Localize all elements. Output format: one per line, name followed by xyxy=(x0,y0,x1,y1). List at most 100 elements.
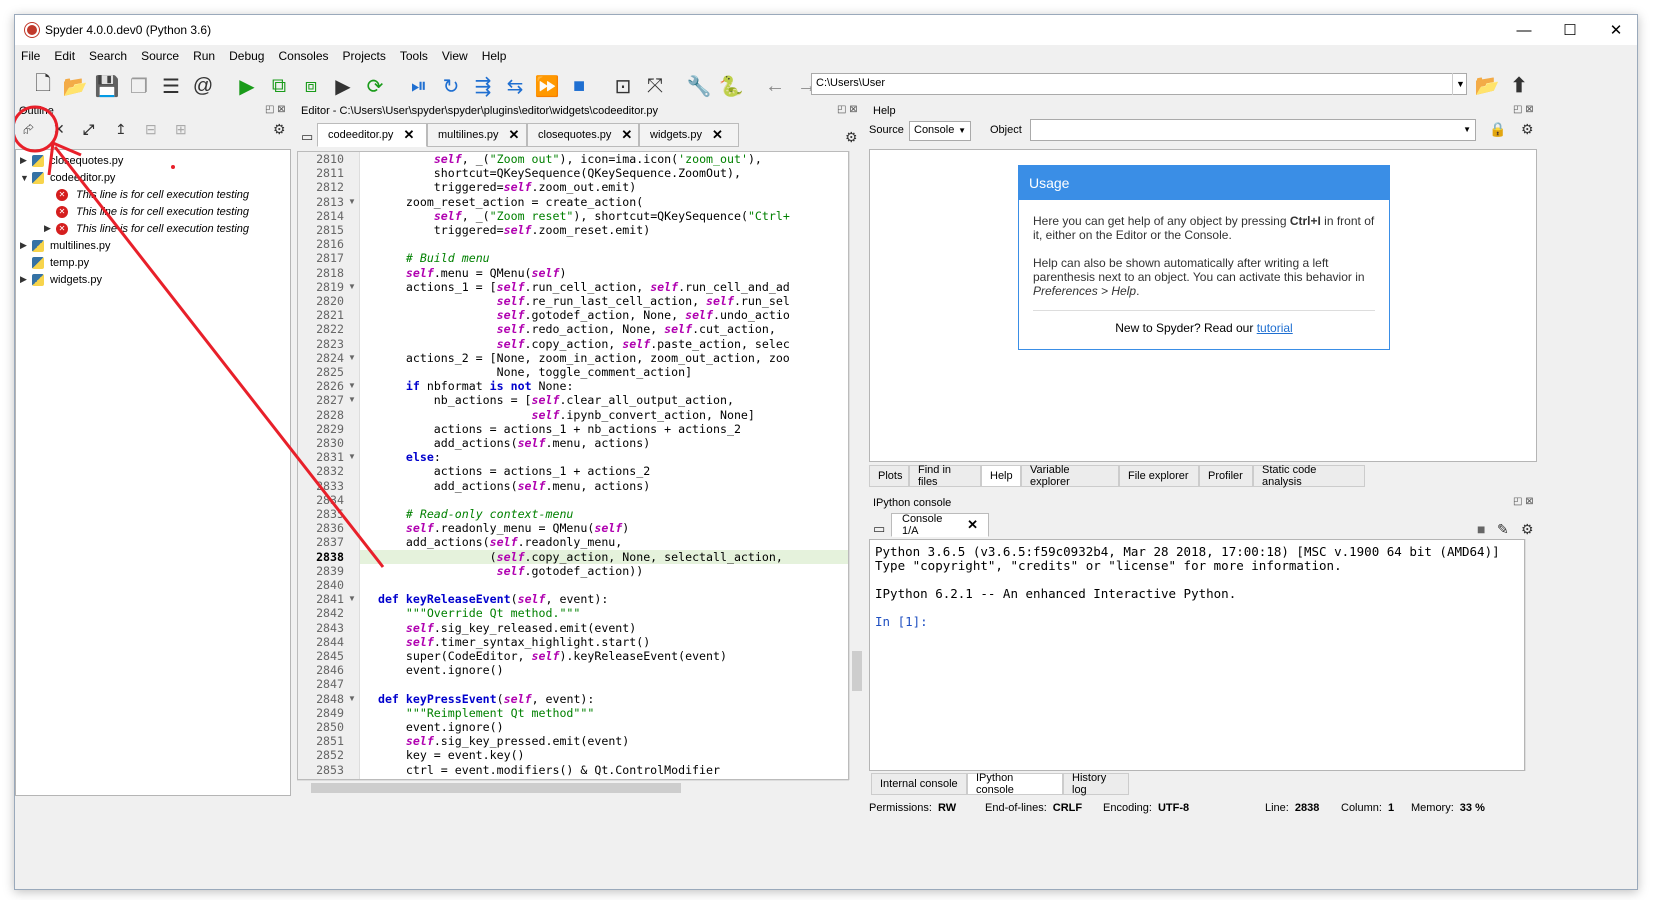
tab-closequotes[interactable]: closequotes.py ✕ xyxy=(527,123,639,147)
object-input[interactable]: ▼ xyxy=(1030,119,1476,141)
menu-view[interactable]: View xyxy=(442,49,468,63)
tab-history-log[interactable]: History log xyxy=(1063,772,1129,796)
outline-file-item[interactable]: temp.py xyxy=(20,254,89,271)
tab-internal-console[interactable]: Internal console xyxy=(871,773,967,795)
stop-debug-icon[interactable]: ■ xyxy=(565,72,593,100)
run-cell-advance-icon[interactable]: ⧈ xyxy=(297,72,325,100)
step-icon[interactable]: ↻ xyxy=(437,72,465,100)
browse-tabs-icon[interactable]: ▭ xyxy=(873,521,885,537)
outline-file-item[interactable]: ▶ widgets.py xyxy=(20,271,102,288)
parent-dir-arrow-icon[interactable]: ⬆ xyxy=(1505,71,1533,99)
fold-chevron-icon[interactable]: ▼ xyxy=(348,594,356,603)
editor-undock-icon[interactable]: ◰ ⊠ xyxy=(837,104,858,115)
step-return-icon[interactable]: ⇆ xyxy=(501,72,529,100)
new-file-icon[interactable]: 🗋 xyxy=(29,72,57,100)
editor-horizontal-scrollbar[interactable] xyxy=(297,780,849,794)
chevron-right-icon[interactable]: ▶ xyxy=(20,155,32,166)
menu-run[interactable]: Run xyxy=(193,49,215,63)
source-select[interactable]: Console ▼ xyxy=(909,121,971,141)
save-icon[interactable]: 💾 xyxy=(93,72,121,100)
run-cell-icon[interactable]: ⧉ xyxy=(265,72,293,100)
run-selection-icon[interactable]: ▶ xyxy=(329,72,357,100)
fold-chevron-icon[interactable]: ▼ xyxy=(348,353,356,362)
editor-vertical-scrollbar[interactable] xyxy=(849,151,863,780)
menu-tools[interactable]: Tools xyxy=(400,49,428,63)
tab-multilines[interactable]: multilines.py ✕ xyxy=(427,123,527,147)
tab-file-explorer[interactable]: File explorer xyxy=(1119,465,1199,487)
list-icon[interactable]: ☰ xyxy=(157,72,185,100)
close-icon[interactable]: ✕ xyxy=(403,127,414,143)
menu-debug[interactable]: Debug xyxy=(229,49,264,63)
menu-search[interactable]: Search xyxy=(89,49,127,63)
preferences-wrench-icon[interactable]: 🔧 xyxy=(685,72,713,100)
run-icon[interactable]: ▶ xyxy=(233,72,261,100)
code-editor[interactable]: 2810 self, _("Zoom out"), icon=ima.icon(… xyxy=(297,151,849,780)
debug-icon[interactable]: ⏯ xyxy=(405,72,433,100)
undock-icon[interactable]: ◰ ⊠ xyxy=(265,104,286,115)
tab-ipython-console[interactable]: IPython console xyxy=(967,772,1063,796)
console-options-gear-icon[interactable]: ⚙ xyxy=(1521,521,1534,538)
collapse-icon[interactable]: ⊟ xyxy=(145,121,157,138)
fold-chevron-icon[interactable]: ▼ xyxy=(348,197,356,206)
menu-file[interactable]: File xyxy=(21,49,40,63)
fold-chevron-icon[interactable]: ▼ xyxy=(348,282,356,291)
outline-file-item[interactable]: ▶ closequotes.py xyxy=(20,152,123,169)
show-all-files-icon[interactable]: ✕ xyxy=(53,121,65,138)
fold-chevron-icon[interactable]: ▼ xyxy=(348,381,356,390)
menu-source[interactable]: Source xyxy=(141,49,179,63)
close-icon[interactable]: ✕ xyxy=(712,127,723,143)
lock-icon[interactable]: 🔒 xyxy=(1489,121,1506,138)
tab-codeeditor[interactable]: codeeditor.py ✕ xyxy=(317,123,427,147)
stop-icon[interactable]: ■ xyxy=(1477,521,1485,537)
close-button[interactable]: ✕ xyxy=(1593,15,1637,45)
outline-settings-gear-icon[interactable]: ⚙ xyxy=(273,121,286,138)
step-into-icon[interactable]: ⇶ xyxy=(469,72,497,100)
outline-cell-item[interactable]: ✕ This line is for cell execution testing xyxy=(44,186,249,203)
maximize-button[interactable]: ☐ xyxy=(1547,15,1593,45)
tab-plots[interactable]: Plots xyxy=(869,465,909,487)
console-undock-icon[interactable]: ◰ ⊠ xyxy=(1513,496,1534,507)
minimize-button[interactable]: — xyxy=(1501,15,1547,45)
fold-chevron-icon[interactable]: ▼ xyxy=(348,694,356,703)
chevron-right-icon[interactable]: ▶ xyxy=(20,274,32,285)
close-icon[interactable]: ✕ xyxy=(967,517,978,533)
console-scrollbar[interactable] xyxy=(1525,539,1537,771)
close-icon[interactable]: ✕ xyxy=(509,127,520,143)
menu-consoles[interactable]: Consoles xyxy=(278,49,328,63)
close-icon[interactable]: ✕ xyxy=(621,127,632,143)
rerun-icon[interactable]: ⟳ xyxy=(361,72,389,100)
editor-options-gear-icon[interactable]: ⚙ xyxy=(845,129,858,146)
fullscreen-icon[interactable]: ⤧ xyxy=(641,72,669,100)
outline-cell-item[interactable]: ▶ ✕ This line is for cell execution testin… xyxy=(44,220,249,237)
outline-cell-item[interactable]: ✕ This line is for cell execution testing xyxy=(44,203,249,220)
outline-file-item[interactable]: ▼ codeeditor.py xyxy=(20,169,115,186)
tab-profiler[interactable]: Profiler xyxy=(1199,465,1253,487)
browse-tabs-icon[interactable]: ▭ xyxy=(301,129,313,145)
clear-eraser-icon[interactable]: ✎ xyxy=(1497,521,1509,538)
menu-help[interactable]: Help xyxy=(482,49,507,63)
tutorial-link[interactable]: tutorial xyxy=(1257,321,1293,335)
python-path-icon[interactable]: 🐍 xyxy=(717,72,745,100)
tab-help[interactable]: Help xyxy=(981,465,1021,487)
help-undock-icon[interactable]: ◰ ⊠ xyxy=(1513,104,1534,115)
tab-widgets[interactable]: widgets.py ✕ xyxy=(639,123,739,147)
continue-icon[interactable]: ⏩ xyxy=(533,72,561,100)
chevron-down-icon[interactable]: ▼ xyxy=(1452,73,1468,95)
fold-chevron-icon[interactable]: ▼ xyxy=(348,395,356,404)
tab-find-in-files[interactable]: Find in files xyxy=(909,464,981,488)
maximize-pane-icon[interactable]: ⊡ xyxy=(609,72,637,100)
expand-icon[interactable]: ⊞ xyxy=(175,121,187,138)
tab-variable-explorer[interactable]: Variable explorer xyxy=(1021,464,1119,488)
tab-console-1a[interactable]: Console 1/A ✕ xyxy=(891,513,989,537)
chevron-down-icon[interactable]: ▼ xyxy=(20,173,32,183)
open-folder-icon[interactable]: 📂 xyxy=(61,72,89,100)
at-sign-icon[interactable]: @ xyxy=(189,72,217,100)
menu-edit[interactable]: Edit xyxy=(54,49,75,63)
browse-folder-icon[interactable]: 📂 xyxy=(1473,71,1501,99)
back-arrow-icon[interactable]: ← xyxy=(761,72,789,100)
expand-all-icon[interactable]: ⤢ xyxy=(83,121,94,138)
chevron-right-icon[interactable]: ▶ xyxy=(20,240,32,251)
restore-icon[interactable]: ↥ xyxy=(115,121,127,138)
fold-chevron-icon[interactable]: ▼ xyxy=(348,452,356,461)
ipython-output[interactable] xyxy=(869,539,1525,771)
